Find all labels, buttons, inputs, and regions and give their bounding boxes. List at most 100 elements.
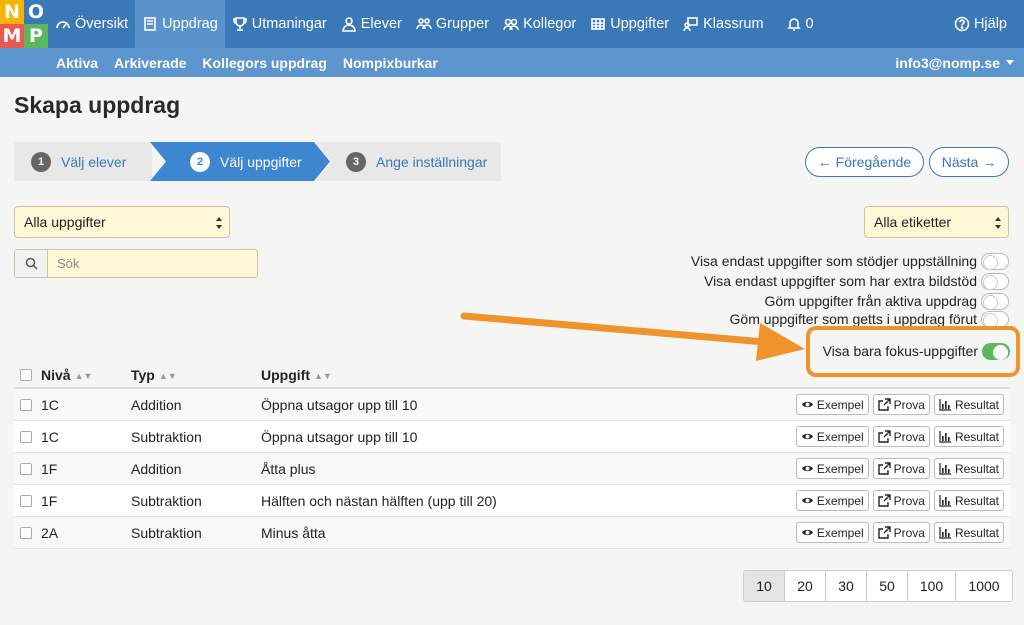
subnav-arkiverade[interactable]: Arkiverade [106,55,194,71]
toggle-switch[interactable] [981,292,1009,310]
pointer-arrow-icon [460,312,805,361]
step-valj-elever[interactable]: 1 Välj elever [14,142,152,181]
nav-utmaningar-label: Utmaningar [251,16,327,32]
cell-typ: Subtraktion [131,428,202,445]
column-niva[interactable]: Nivå ▲▼ [41,367,131,383]
nav-klassrum[interactable]: Klassrum [676,0,770,48]
result-label: Resultat [954,493,999,508]
page-size-1000[interactable]: 1000 [956,571,1012,601]
column-typ[interactable]: Typ ▲▼ [131,367,261,383]
result-button[interactable]: Resultat [933,394,1004,415]
nav-uppgifter-label: Uppgifter [610,16,670,32]
nav-utmaningar[interactable]: Utmaningar [225,0,334,48]
example-button[interactable]: Exempel [795,522,869,543]
external-link-icon [877,494,891,507]
bar-chart-icon [939,495,951,507]
row-checkbox[interactable] [20,398,32,411]
user-menu[interactable]: info3@nomp.se [895,48,1014,77]
logo-letter-m: M [0,24,24,48]
nomp-logo[interactable]: N O M P [0,0,48,48]
result-button[interactable]: Resultat [933,490,1004,511]
toggle-uppstallning[interactable]: Visa endast uppgifter som stödjer uppstä… [691,251,1009,271]
try-button[interactable]: Prova [872,522,930,543]
toggle-switch[interactable] [981,311,1009,327]
page-title: Skapa uppdrag [14,92,181,118]
page-size-30[interactable]: 30 [826,571,867,601]
result-button[interactable]: Resultat [933,458,1004,479]
toggle-switch[interactable] [981,272,1009,290]
page-size-10[interactable]: 10 [744,571,785,601]
nav-kollegor[interactable]: Kollegor [496,0,583,48]
nav-elever-label: Elever [360,16,402,32]
row-checkbox[interactable] [20,462,32,475]
select-all-checkbox[interactable] [20,368,32,381]
example-button[interactable]: Exempel [795,394,869,415]
row-checkbox[interactable] [20,526,32,539]
select-arrows-icon [995,217,1001,229]
step-valj-uppgifter[interactable]: 2 Välj uppgifter [150,142,330,181]
toggle-switch[interactable] [981,252,1009,270]
row-checkbox[interactable] [20,430,32,443]
bar-chart-icon [939,527,951,539]
nav-grupper-label: Grupper [435,16,490,32]
example-button[interactable]: Exempel [795,490,869,511]
task-filter-select[interactable]: Alla uppgifter [14,206,230,238]
row-checkbox[interactable] [20,494,32,507]
column-uppgift[interactable]: Uppgift ▲▼ [261,367,1010,383]
page-size-20[interactable]: 20 [785,571,826,601]
step-label: Välj elever [61,153,127,170]
trophy-icon [232,17,247,31]
try-button[interactable]: Prova [872,426,930,447]
step-ange-installningar[interactable]: 3 Ange inställningar [316,142,501,181]
toggle-bildstod[interactable]: Visa endast uppgifter som har extra bild… [704,271,1009,291]
try-button[interactable]: Prova [872,394,930,415]
subnav-aktiva[interactable]: Aktiva [48,55,106,71]
result-button[interactable]: Resultat [933,426,1004,447]
logo-letter-o: O [24,0,48,24]
sub-navbar: Aktiva Arkiverade Kollegors uppdrag Nomp… [0,48,1024,77]
example-button[interactable]: Exempel [795,458,869,479]
subnav-nompixburkar[interactable]: Nompixburkar [335,55,446,71]
help-button[interactable]: Hjälp [947,0,1014,48]
cell-typ: Subtraktion [131,492,202,509]
cell-typ: Subtraktion [131,524,202,541]
sort-icon: ▲▼ [74,370,93,381]
subnav-kollegors-uppdrag[interactable]: Kollegors uppdrag [194,55,334,71]
example-button[interactable]: Exempel [795,426,869,447]
eye-icon [801,465,813,472]
bar-chart-icon [939,399,951,411]
cell-uppgift: Hälften och nästan hälften (upp till 20) [261,492,497,509]
table-row: 1F Addition Åtta plus Exempel Prova Resultat [14,453,1010,485]
book-icon [144,17,156,31]
nav-grupper[interactable]: Grupper [409,0,496,48]
cell-niva: 1F [41,460,58,477]
page-size-100[interactable]: 100 [908,571,956,601]
page-size-50[interactable]: 50 [867,571,908,601]
try-button[interactable]: Prova [872,490,930,511]
step-number: 3 [346,151,366,172]
try-button[interactable]: Prova [872,458,930,479]
search-box [14,249,258,278]
nav-uppgifter[interactable]: Uppgifter [583,0,676,48]
cell-uppgift: Minus åtta [261,524,326,541]
toggle-label: Visa endast uppgifter som har extra bild… [704,273,977,289]
label-filter-select[interactable]: Alla etiketter [864,206,1009,238]
try-label: Prova [893,493,925,508]
next-button[interactable]: Nästa → [929,147,1009,177]
nav-oversikt[interactable]: Översikt [48,0,135,48]
nav-oversikt-label: Översikt [75,16,129,32]
cell-typ: Addition [131,396,182,413]
eye-icon [801,529,813,536]
result-button[interactable]: Resultat [933,522,1004,543]
nav-elever[interactable]: Elever [334,0,409,48]
table-body: 1C Addition Öppna utsagor upp till 10 Exemp… [14,389,1010,549]
nav-uppdrag[interactable]: Uppdrag [135,0,225,48]
search-input[interactable] [48,250,257,277]
bar-chart-icon [939,463,951,475]
row-actions: Exempel Prova Resultat [795,426,1004,447]
label-filter-value: Alla etiketter [874,214,952,230]
notifications-button[interactable]: 0 [779,0,821,48]
cell-uppgift: Åtta plus [261,460,316,477]
row-actions: Exempel Prova Resultat [795,490,1004,511]
previous-button[interactable]: ← Föregående [805,147,924,177]
